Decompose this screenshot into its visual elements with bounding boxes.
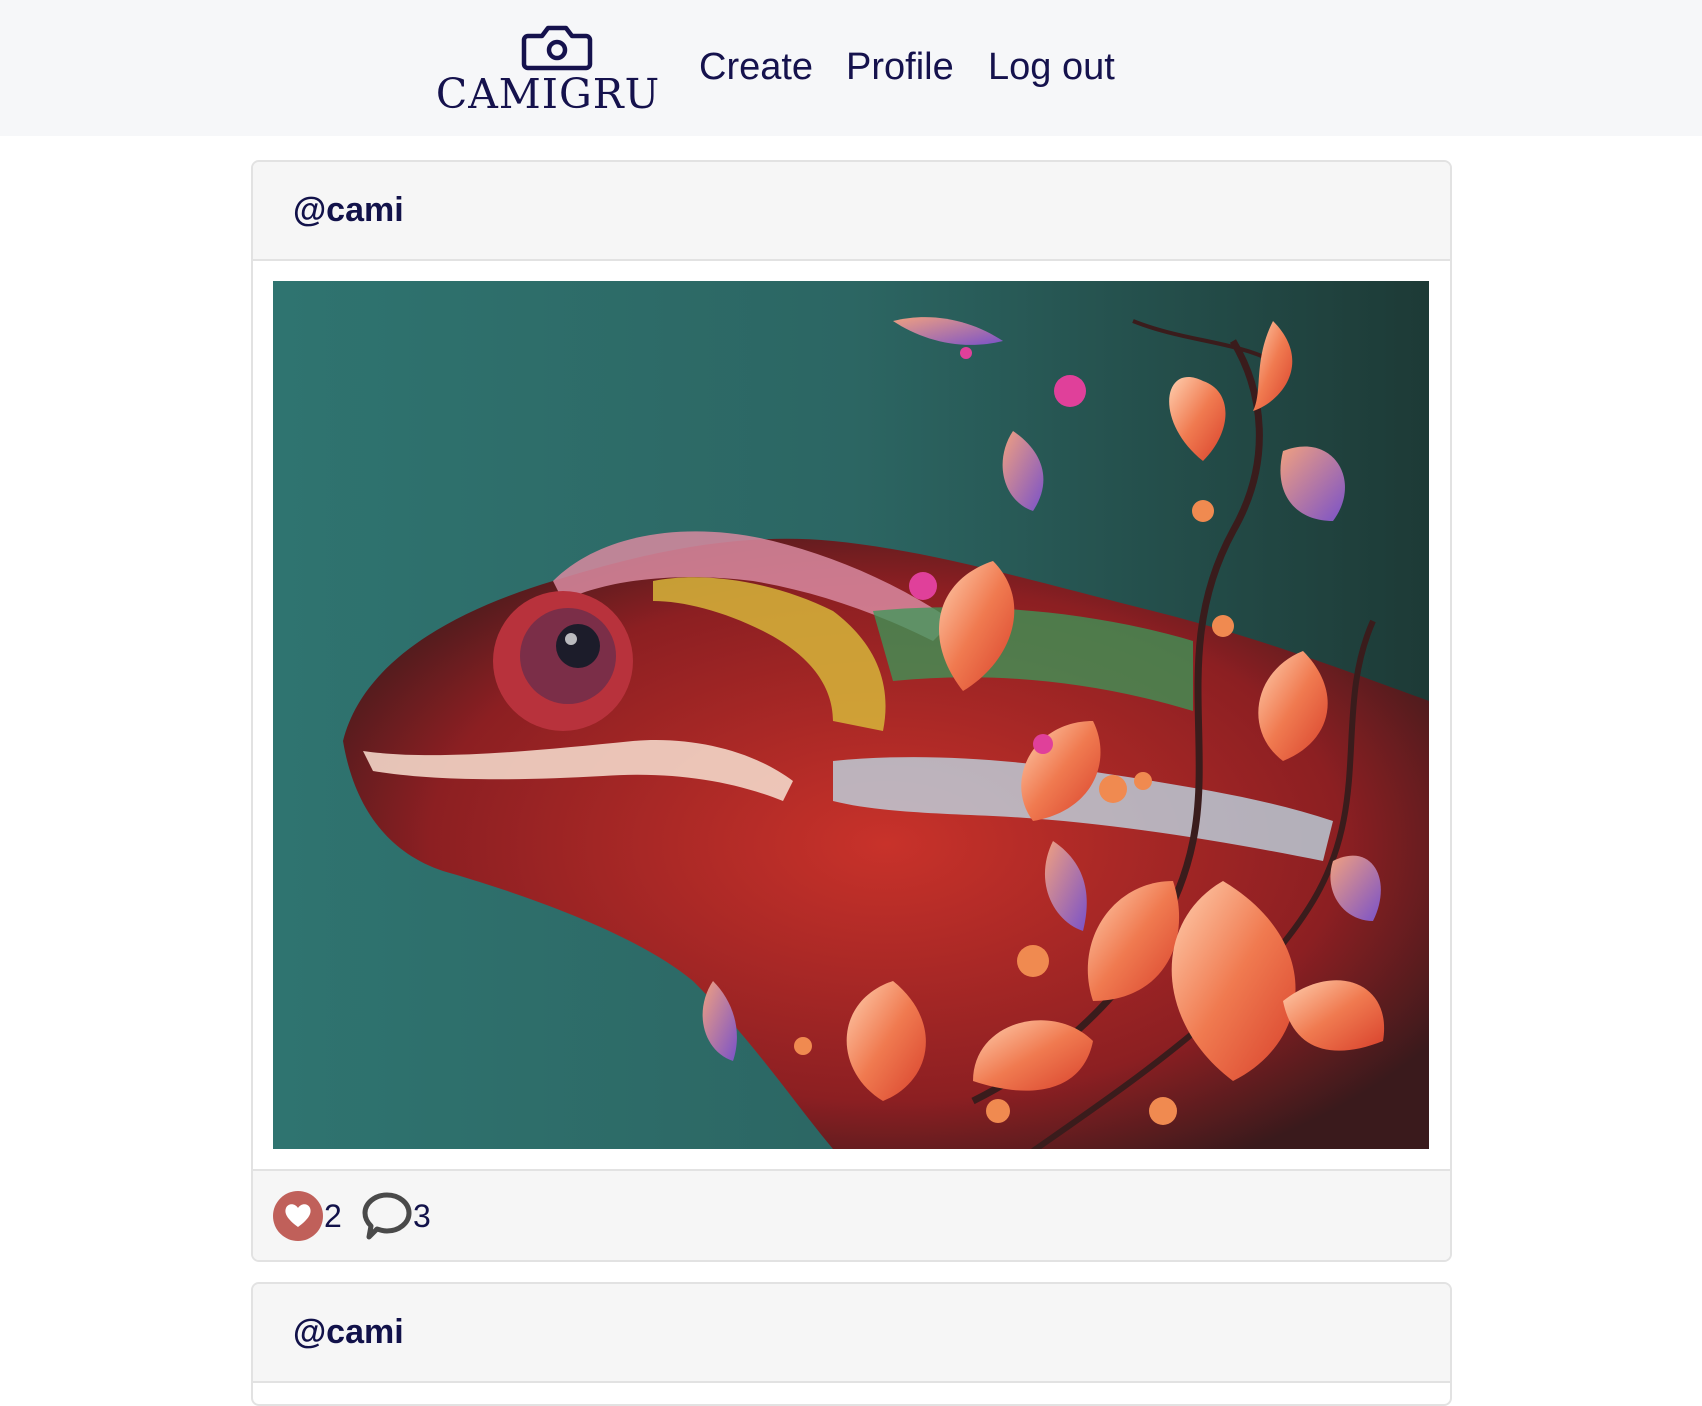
camigru-logo[interactable]: CAMIGRU	[424, 22, 672, 118]
like-heart-icon[interactable]	[273, 1191, 323, 1241]
post-card: @cami	[251, 1282, 1452, 1406]
nav-profile-link[interactable]: Profile	[846, 40, 954, 94]
post-header: @cami	[253, 162, 1450, 261]
post-body	[253, 261, 1450, 1169]
nav-create-link[interactable]: Create	[699, 40, 813, 94]
camera-icon	[521, 25, 593, 71]
post-header: @cami	[253, 1284, 1450, 1383]
nav-logout-link[interactable]: Log out	[988, 40, 1115, 94]
post-username[interactable]: @cami	[293, 1284, 404, 1381]
logo-text: CAMIGRU	[435, 70, 661, 118]
post-card: @cami	[251, 160, 1452, 1262]
post-footer: 2 3	[253, 1169, 1450, 1260]
comment-count: 3	[413, 1198, 431, 1234]
like-count: 2	[324, 1198, 342, 1234]
comment-bubble-icon[interactable]	[361, 1191, 413, 1241]
top-navbar: CAMIGRU Create Profile Log out	[0, 0, 1702, 136]
post-username[interactable]: @cami	[293, 162, 404, 259]
chameleon-photo[interactable]	[273, 281, 1429, 1149]
